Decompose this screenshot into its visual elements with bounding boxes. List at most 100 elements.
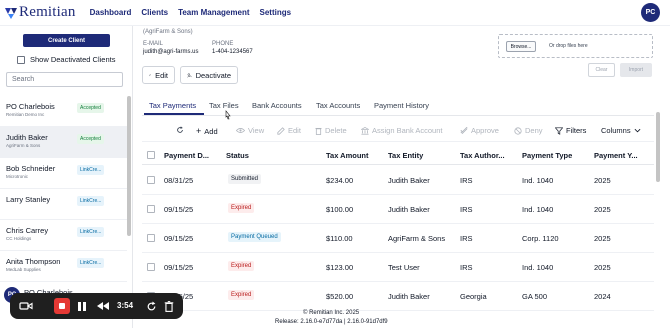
refresh-button[interactable]	[176, 126, 184, 134]
cell-payment-type: GA 500	[522, 292, 548, 301]
table-row[interactable]: 09/15/25 Expired $123.00 Test User IRS I…	[142, 253, 654, 282]
cell-payment-date: 09/15/25	[164, 234, 194, 243]
row-checkbox[interactable]	[147, 176, 155, 184]
client-sidebar: Create Client Show Deactivated Clients S…	[0, 26, 133, 328]
plus-icon: +	[196, 126, 202, 136]
show-deactivated-checkbox[interactable]	[17, 55, 25, 64]
view-button[interactable]: View	[236, 126, 264, 135]
row-checkbox[interactable]	[147, 234, 155, 242]
restart-button[interactable]	[145, 299, 157, 313]
client-company-line: (AgriFarm & Sons)	[143, 29, 193, 35]
client-search-input[interactable]: Search	[6, 72, 123, 87]
nav-clients[interactable]: Clients	[141, 8, 168, 17]
column-header-tax-authority[interactable]: Tax Author...	[460, 151, 505, 160]
client-item[interactable]: Chris Carrey CC Holdings LinkCre...	[0, 220, 127, 251]
column-header-tax-entity[interactable]: Tax Entity	[388, 151, 423, 160]
stop-icon	[54, 298, 70, 314]
logo[interactable]: Remitian	[4, 4, 76, 21]
pause-button[interactable]	[76, 299, 88, 313]
client-name: Anita Thompson	[6, 257, 61, 266]
deactivate-client-label: Deactivate	[195, 70, 231, 80]
view-label: View	[248, 126, 265, 135]
tab-tax-accounts[interactable]: Tax Accounts	[316, 101, 360, 110]
deny-button[interactable]: Deny	[514, 126, 543, 135]
user-avatar[interactable]: PC	[641, 3, 660, 22]
client-item[interactable]: PO Charlebois Remitian Demo Inc Accepted	[0, 96, 127, 127]
cell-tax-entity: AgriFarm & Sons	[388, 234, 446, 243]
table-row[interactable]: 09/15/25 Expired $100.00 Judith Baker IR…	[142, 195, 654, 224]
table-row[interactable]: 09/15/25 Expired $520.00 Judith Baker Ge…	[142, 282, 654, 311]
client-item-selected[interactable]: Judith Baker AgriFarm & Sons Accepted	[0, 127, 127, 158]
clear-button[interactable]: Clear	[588, 63, 615, 77]
client-status-badge: LinkCre...	[77, 258, 105, 268]
mouse-cursor-icon	[225, 110, 231, 120]
file-dropzone[interactable]: Browse... Or drop files here	[498, 34, 653, 58]
show-deactivated-toggle[interactable]: Show Deactivated Clients	[17, 55, 115, 64]
cell-tax-authority: Georgia	[460, 292, 487, 301]
add-button[interactable]: + Add	[196, 126, 218, 136]
browse-button[interactable]: Browse...	[506, 41, 536, 52]
footer-copyright: © Remitian Inc. 2025	[303, 310, 360, 316]
client-company: AgriFarm & Sons	[6, 143, 41, 148]
cell-payment-year: 2025	[594, 263, 611, 272]
create-client-button[interactable]: Create Client	[23, 34, 110, 47]
cell-tax-authority: IRS	[460, 263, 473, 272]
cell-tax-amount: $123.00	[326, 263, 354, 272]
main-scrollbar[interactable]	[656, 112, 660, 182]
edit-button[interactable]: Edit	[277, 126, 301, 135]
nav-dashboard[interactable]: Dashboard	[90, 8, 132, 17]
tab-tax-payments[interactable]: Tax Payments	[149, 101, 196, 110]
column-header-payment-date[interactable]: Payment D...	[164, 151, 209, 160]
assign-bank-account-label: Assign Bank Account	[372, 126, 443, 135]
tab-payment-history[interactable]: Payment History	[374, 101, 429, 110]
deactivate-client-button[interactable]: Deactivate	[180, 66, 238, 84]
client-item[interactable]: Larry Stanley LinkCre...	[0, 189, 127, 220]
select-all-checkbox[interactable]	[147, 151, 155, 159]
edit-client-button[interactable]: Edit	[142, 66, 175, 84]
columns-button[interactable]: Columns	[601, 126, 641, 135]
tab-bank-accounts[interactable]: Bank Accounts	[252, 101, 302, 110]
nav-team-management[interactable]: Team Management	[178, 8, 249, 17]
status-badge: Expired	[228, 290, 255, 300]
row-checkbox[interactable]	[147, 263, 155, 271]
stop-recording-button[interactable]	[54, 298, 70, 314]
table-toolbar: + Add View Edit Delete Assign Bank Accou…	[142, 120, 654, 142]
import-button[interactable]: Import	[620, 63, 652, 77]
cell-tax-entity: Judith Baker	[388, 205, 430, 214]
column-header-payment-type[interactable]: Payment Type	[522, 151, 572, 160]
approve-button[interactable]: Approve	[460, 126, 499, 135]
assign-bank-account-button[interactable]: Assign Bank Account	[361, 126, 442, 135]
column-header-status[interactable]: Status	[226, 151, 249, 160]
client-item[interactable]: Bob Schneider Microtronic LinkCre...	[0, 158, 127, 189]
cell-tax-entity: Judith Baker	[388, 176, 430, 185]
row-checkbox[interactable]	[147, 205, 155, 213]
table-header: Payment D... Status Tax Amount Tax Entit…	[142, 145, 654, 165]
rewind-icon	[97, 302, 109, 310]
main-nav: Dashboard Clients Team Management Settin…	[90, 8, 291, 17]
nav-settings[interactable]: Settings	[260, 8, 292, 17]
recording-timer: 3:54	[117, 301, 134, 310]
rewind-button[interactable]	[96, 299, 110, 313]
footer-release: Release: 2.16.0-e7d77da | 2.16.0-91d7df9	[275, 319, 388, 325]
cell-payment-year: 2025	[594, 176, 611, 185]
cell-tax-amount: $100.00	[326, 205, 354, 214]
client-item[interactable]: Anita Thompson MedLab Supplies LinkCre..…	[0, 251, 127, 282]
cell-tax-authority: IRS	[460, 234, 473, 243]
table-row[interactable]: 09/15/25 Payment Queued $110.00 AgriFarm…	[142, 224, 654, 253]
client-status-badge: LinkCre...	[77, 196, 105, 206]
filters-label: Filters	[566, 126, 587, 135]
screen-recorder-toolbar: 3:54	[10, 293, 183, 319]
column-header-payment-year[interactable]: Payment Y...	[594, 151, 638, 160]
table-row[interactable]: 08/31/25 Submitted $234.00 Judith Baker …	[142, 166, 654, 195]
filters-button[interactable]: Filters	[555, 126, 586, 135]
add-label: Add	[204, 126, 218, 136]
phone-value: 1-404-1234567	[212, 49, 253, 55]
camera-button[interactable]	[18, 299, 34, 313]
sidebar-scrollbar[interactable]	[127, 96, 131, 236]
delete-button[interactable]: Delete	[315, 126, 347, 135]
brand-name: Remitian	[19, 4, 76, 20]
column-header-tax-amount[interactable]: Tax Amount	[326, 151, 369, 160]
client-status-badge: LinkCre...	[77, 165, 105, 175]
discard-button[interactable]	[163, 299, 175, 313]
tab-tax-files[interactable]: Tax Files	[209, 101, 239, 110]
